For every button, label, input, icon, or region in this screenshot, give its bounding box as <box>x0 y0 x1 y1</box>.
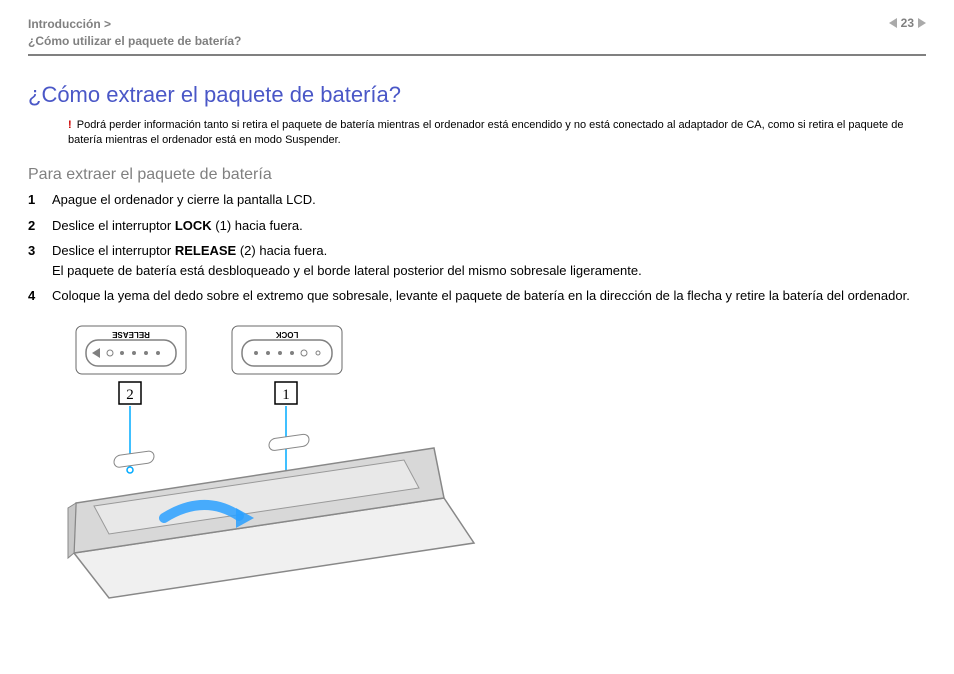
breadcrumb: Introducción > ¿Cómo utilizar el paquete… <box>28 16 241 50</box>
laptop-illustration <box>68 433 474 597</box>
breadcrumb-title: ¿Cómo utilizar el paquete de batería? <box>28 34 241 48</box>
warning-icon: ! <box>68 119 72 131</box>
release-label: RELEASE <box>111 330 149 339</box>
step-item: 3 Deslice el interruptor RELEASE (2) hac… <box>28 241 926 280</box>
step-number: 1 <box>28 190 52 210</box>
figure-svg: RELEASE 2 LOCK 1 <box>64 318 484 608</box>
page-number: 23 <box>901 16 914 30</box>
prev-page-icon[interactable] <box>889 18 897 28</box>
step-text: Deslice el interruptor LOCK (1) hacia fu… <box>52 216 926 236</box>
step-item: 4 Coloque la yema del dedo sobre el extr… <box>28 286 926 306</box>
step-number: 3 <box>28 241 52 280</box>
document-page: Introducción > ¿Cómo utilizar el paquete… <box>0 0 954 628</box>
breadcrumb-section: Introducción > <box>28 17 111 31</box>
callout-lock: LOCK <box>232 326 342 374</box>
marker-2: 2 <box>126 387 134 403</box>
lock-label: LOCK <box>275 330 298 339</box>
subheading: Para extraer el paquete de batería <box>28 166 926 184</box>
instruction-figure: RELEASE 2 LOCK 1 <box>64 318 926 608</box>
step-item: 1 Apague el ordenador y cierre la pantal… <box>28 190 926 210</box>
warning-text: Podrá perder información tanto si retira… <box>68 119 903 146</box>
next-page-icon[interactable] <box>918 18 926 28</box>
marker-1: 1 <box>282 387 290 403</box>
warning-note: ! Podrá perder información tanto si reti… <box>68 118 926 149</box>
step-number: 2 <box>28 216 52 236</box>
header: Introducción > ¿Cómo utilizar el paquete… <box>28 16 926 56</box>
pager: 23 <box>889 16 926 30</box>
step-number: 4 <box>28 286 52 306</box>
page-title: ¿Cómo extraer el paquete de batería? <box>28 82 926 108</box>
leader-dot-2 <box>127 467 133 473</box>
step-item: 2 Deslice el interruptor LOCK (1) hacia … <box>28 216 926 236</box>
step-text: Coloque la yema del dedo sobre el extrem… <box>52 286 926 306</box>
callout-release: RELEASE <box>76 326 186 374</box>
steps-list: 1 Apague el ordenador y cierre la pantal… <box>28 190 926 306</box>
step-text: Deslice el interruptor RELEASE (2) hacia… <box>52 241 926 280</box>
step-text: Apague el ordenador y cierre la pantalla… <box>52 190 926 210</box>
